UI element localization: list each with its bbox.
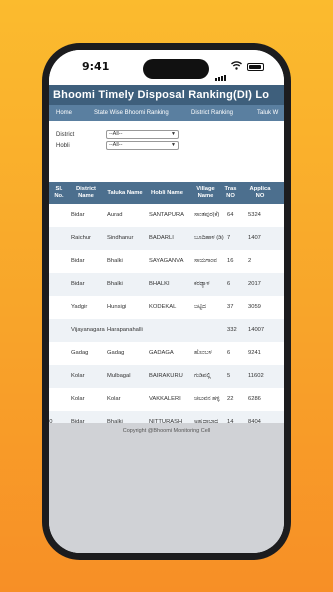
cell-district: Yadgir	[71, 304, 88, 310]
cell-village: ಹೊಂಬಳ	[194, 350, 212, 356]
cell-district: Kolar	[71, 396, 85, 402]
cell-applica-no: 11602	[248, 373, 264, 379]
cell-hobli: BHALKI	[149, 281, 170, 287]
cell-applica-no: 14007	[248, 327, 265, 333]
cell-hobli: SANTAPURA	[149, 212, 185, 218]
cell-village: ಗುಡಿಪಲ್ಲಿ	[194, 373, 211, 379]
hobli-filter-label: Hobli	[56, 143, 70, 149]
cell-tras-no: 6	[227, 350, 231, 356]
district-select[interactable]: --All-- ▼	[106, 130, 179, 139]
header-hobli-name: Hobli Name	[151, 190, 183, 196]
cell-applica-no: 2	[248, 258, 252, 264]
cell-applica-no: 9241	[248, 350, 261, 356]
cell-taluka: Harapanahalli	[107, 327, 143, 333]
cell-tras-no: 64	[227, 212, 234, 218]
cell-hobli: BAIRAKURU	[149, 373, 183, 379]
cell-applica-no: 2017	[248, 281, 261, 287]
cell-hobli: KODEKAL	[149, 304, 177, 310]
cell-applica-no: 1407	[248, 235, 261, 241]
cell-tras-no: 16	[227, 258, 234, 264]
table-row: 2RaichurSindhanurBADARLIಬೂದಿಹಾಳ (ಡಿ)7140…	[49, 227, 284, 250]
header-village-name: Village Name	[196, 186, 215, 199]
wifi-icon	[231, 61, 242, 70]
table-row: 8KolarMulbagalBAIRAKURUಗುಡಿಪಲ್ಲಿ511602	[49, 365, 284, 388]
cell-tras-no: 6	[227, 281, 231, 287]
cell-tras-no: 37	[227, 304, 234, 310]
cell-taluka: Kolar	[107, 396, 121, 402]
phone-frame: 9:41 Bhoomi Timely Disposal Ranking(DI) …	[42, 43, 291, 560]
cell-village: ಚಲುವನ ಹಳ್ಳಿ	[194, 396, 220, 402]
table-row: 6VijayanagaraHarapanahalli33214007	[49, 319, 284, 342]
cell-taluka: Gadag	[107, 350, 125, 356]
table-row: 3BidarBhalkiSAYAGANVAಸಾಯಗಾಂವ162	[49, 250, 284, 273]
cell-taluka: Bhalki	[107, 281, 123, 287]
table-header: Sl. No. District Name Taluka Name Hobli …	[49, 182, 284, 204]
cell-hobli: SAYAGANVA	[149, 258, 184, 264]
cell-hobli: BADARLI	[149, 235, 174, 241]
cell-village: ಸಾಯಗಾಂವ	[194, 258, 217, 264]
cell-district: Bidar	[71, 258, 85, 264]
table-row: 7GadagGadagGADAGAಹೊಂಬಳ69241	[49, 342, 284, 365]
cell-district: Bidar	[71, 281, 85, 287]
cell-village: ಜಟ್ಟಿದ	[194, 304, 206, 310]
cell-district: Raichur	[71, 235, 91, 241]
table-row: 9KolarKolarVAKKALERIಚಲುವನ ಹಳ್ಳಿ226286	[49, 388, 284, 411]
cell-district: Kolar	[71, 373, 85, 379]
header-district-name: District Name	[76, 186, 96, 199]
header-taluka-name: Taluka Name	[107, 190, 143, 196]
page-title: Bhoomi Timely Disposal Ranking(DI) Lo	[49, 85, 284, 105]
cell-tras-no: 7	[227, 235, 231, 241]
cell-tras-no: 332	[227, 327, 237, 333]
cell-taluka: Mulbagal	[107, 373, 131, 379]
cell-taluka: Sindhanur	[107, 235, 134, 241]
header-applica-no: Applica NO	[249, 186, 271, 199]
cell-taluka: Hunsigi	[107, 304, 127, 310]
nav-home[interactable]: Home	[56, 105, 72, 121]
table-row: 1BidarAuradSANTAPURAಸಾಂತಪುರ(ಕೆ)645324	[49, 204, 284, 227]
cell-taluka: Aurad	[107, 212, 123, 218]
table-row: 4BidarBhalkiBHALKIಕರಡ್ಯಾಳ62017	[49, 273, 284, 296]
nav-bar: Home State Wise Bhoomi Ranking District …	[49, 105, 284, 121]
cell-applica-no: 3059	[248, 304, 261, 310]
cell-tras-no: 5	[227, 373, 231, 379]
cell-applica-no: 5324	[248, 212, 261, 218]
cell-village: ಬೂದಿಹಾಳ (ಡಿ)	[194, 235, 224, 241]
cell-hobli: VAKKALERI	[149, 396, 181, 402]
cell-district: Vijayanagara	[71, 327, 105, 333]
header-sl-no: Sl. No.	[54, 186, 64, 199]
footer: Copyright @Bhoomi Monitoring Cell	[49, 423, 284, 553]
signal-icon	[215, 63, 227, 81]
chevron-down-icon: ▼	[171, 142, 176, 148]
cell-district: Bidar	[71, 212, 85, 218]
cell-applica-no: 6286	[248, 396, 261, 402]
battery-icon	[247, 63, 264, 71]
nav-taluk-wise[interactable]: Taluk W	[257, 105, 278, 121]
cell-village: ಸಾಂತಪುರ(ಕೆ)	[194, 212, 220, 218]
hobli-select[interactable]: --All-- ▼	[106, 141, 179, 150]
nav-state-wise-ranking[interactable]: State Wise Bhoomi Ranking	[94, 105, 169, 121]
nav-district-ranking[interactable]: District Ranking	[191, 105, 233, 121]
district-select-value: --All--	[109, 131, 123, 137]
hobli-select-value: --All--	[109, 142, 123, 148]
phone-screen: 9:41 Bhoomi Timely Disposal Ranking(DI) …	[49, 50, 284, 553]
table-row: 5YadgirHunsigiKODEKALಜಟ್ಟಿದ373059	[49, 296, 284, 319]
cell-district: Gadag	[71, 350, 89, 356]
cell-taluka: Bhalki	[107, 258, 123, 264]
chevron-down-icon: ▼	[171, 131, 176, 137]
status-time: 9:41	[82, 60, 110, 73]
cell-village: ಕರಡ್ಯಾಳ	[194, 281, 210, 287]
cell-tras-no: 22	[227, 396, 234, 402]
district-filter-label: District	[56, 132, 75, 138]
dynamic-island	[143, 59, 209, 79]
copyright-text: Copyright @Bhoomi Monitoring Cell	[122, 428, 211, 434]
status-bar: 9:41	[49, 50, 284, 90]
header-tras-no: Tras NO	[224, 186, 237, 199]
cell-hobli: GADAGA	[149, 350, 174, 356]
